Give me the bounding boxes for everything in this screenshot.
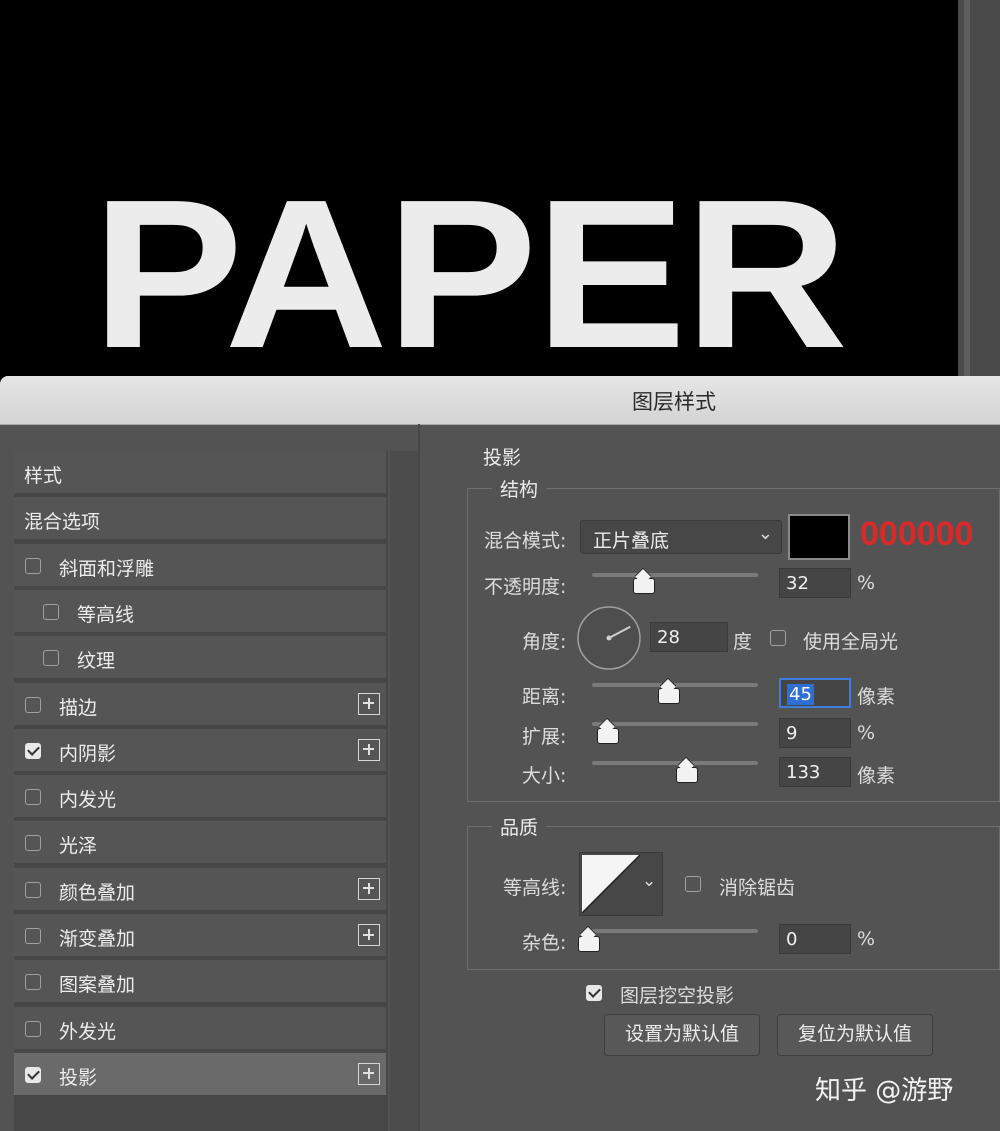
style-checkbox[interactable]	[25, 1066, 41, 1083]
opacity-label: 不透明度:	[484, 576, 567, 598]
size-input[interactable]: 133	[779, 757, 851, 787]
dialog-title: 图层样式	[632, 390, 716, 414]
size-unit: 像素	[857, 765, 896, 787]
antialias-label: 消除锯齿	[719, 877, 796, 899]
style-list-item[interactable]: 图案叠加	[14, 960, 386, 1005]
size-slider[interactable]	[592, 761, 758, 765]
add-effect-icon[interactable]	[358, 738, 380, 761]
style-list-item[interactable]: 混合选项	[14, 497, 386, 542]
add-effect-icon[interactable]	[358, 924, 380, 946]
style-checkbox[interactable]	[25, 835, 41, 852]
canvas-scrollbar-edge	[964, 0, 970, 378]
drop-shadow-heading: 投影	[483, 447, 522, 469]
style-list-item[interactable]: 斜面和浮雕	[14, 543, 386, 588]
style-checkbox[interactable]	[25, 789, 41, 806]
style-checkbox[interactable]	[25, 742, 41, 759]
noise-label: 杂色:	[522, 932, 567, 954]
style-checkbox[interactable]	[43, 603, 59, 620]
noise-slider[interactable]	[588, 929, 758, 933]
style-list-label: 渐变叠加	[59, 928, 136, 950]
distance-unit: 像素	[857, 686, 896, 708]
layer-style-dialog: 图层样式 样式混合选项斜面和浮雕等高线纹理描边内阴影内发光光泽颜色叠加渐变叠加图…	[0, 376, 1000, 1131]
noise-input[interactable]: 0	[779, 924, 851, 954]
opacity-slider[interactable]	[592, 573, 758, 577]
contour-chevron-icon: ⌄	[642, 871, 657, 891]
quality-legend: 品质	[492, 813, 547, 840]
style-list-label: 斜面和浮雕	[59, 557, 155, 580]
style-checkbox[interactable]	[43, 650, 59, 667]
style-checkbox[interactable]	[25, 928, 41, 944]
global-light-label: 使用全局光	[803, 631, 899, 653]
spread-unit: %	[857, 722, 876, 744]
shadow-color-swatch[interactable]	[788, 514, 850, 560]
watermark: 知乎 @游野	[815, 1076, 954, 1106]
contour-label: 等高线:	[503, 877, 567, 899]
document-canvas: PAPER	[0, 0, 1000, 392]
size-label: 大小:	[522, 765, 567, 787]
noise-unit: %	[857, 928, 876, 950]
style-list-label: 混合选项	[24, 511, 101, 534]
chevron-down-icon: ⌄	[757, 523, 773, 544]
opacity-input[interactable]: 32	[779, 568, 851, 598]
style-list-label: 内阴影	[59, 742, 117, 765]
style-list-item[interactable]: 等高线	[14, 589, 386, 634]
knockout-label: 图层挖空投影	[620, 985, 735, 1007]
style-list-item[interactable]: 纹理	[14, 636, 386, 681]
style-checkbox[interactable]	[25, 557, 41, 574]
global-light-checkbox[interactable]	[770, 630, 786, 646]
contour-preview-icon	[582, 855, 640, 913]
style-list-item[interactable]: 颜色叠加	[14, 867, 386, 912]
angle-label: 角度:	[522, 631, 567, 653]
knockout-checkbox[interactable]	[586, 985, 602, 1001]
style-list-item[interactable]: 外发光	[14, 1006, 386, 1051]
style-list-item[interactable]: 光泽	[14, 821, 386, 866]
add-effect-icon[interactable]	[358, 692, 380, 715]
style-list-label: 样式	[24, 465, 63, 487]
style-list-scrollbar[interactable]	[390, 451, 418, 1131]
style-checkbox[interactable]	[25, 696, 41, 713]
style-list-label: 内发光	[59, 789, 117, 812]
structure-legend: 结构	[492, 475, 547, 502]
opacity-unit: %	[857, 572, 876, 594]
style-list-item[interactable]: 内发光	[14, 775, 386, 820]
contour-picker[interactable]: ⌄	[579, 852, 663, 916]
style-list-item[interactable]: 内阴影	[14, 728, 386, 773]
angle-unit: 度	[733, 631, 753, 653]
distance-input[interactable]: 45	[779, 678, 851, 708]
style-list-label: 光泽	[59, 835, 98, 858]
style-list-label: 投影	[59, 1066, 98, 1089]
style-list-item[interactable]: 样式	[14, 451, 386, 495]
style-list-label: 外发光	[59, 1020, 117, 1043]
spread-input[interactable]: 9	[779, 718, 851, 748]
style-list-label: 颜色叠加	[59, 881, 136, 904]
angle-dial[interactable]	[576, 605, 642, 671]
style-list-item[interactable]: 描边	[14, 682, 386, 727]
add-effect-icon[interactable]	[358, 1062, 380, 1085]
paper-text-layer: PAPER	[92, 155, 848, 392]
blend-mode-label: 混合模式:	[484, 530, 567, 552]
style-checkbox[interactable]	[25, 974, 41, 991]
spread-slider[interactable]	[592, 722, 758, 726]
blend-mode-value: 正片叠底	[593, 530, 670, 552]
dialog-titlebar[interactable]: 图层样式	[0, 376, 1000, 425]
distance-value: 45	[787, 684, 814, 705]
style-list-item[interactable]: 渐变叠加	[14, 914, 386, 958]
spread-label: 扩展:	[522, 726, 567, 748]
color-hex-annotation: 000000	[860, 515, 974, 553]
angle-input[interactable]: 28	[650, 622, 728, 652]
style-list-label: 图案叠加	[59, 974, 136, 997]
blend-mode-select[interactable]: 正片叠底 ⌄	[580, 520, 782, 554]
style-list-label: 描边	[59, 696, 98, 719]
style-checkbox[interactable]	[25, 1020, 41, 1037]
antialias-checkbox[interactable]	[685, 876, 701, 892]
style-checkbox[interactable]	[25, 881, 41, 898]
make-default-button[interactable]: 设置为默认值	[604, 1014, 760, 1056]
style-list-item[interactable]: 投影	[14, 1052, 386, 1097]
style-list: 样式混合选项斜面和浮雕等高线纹理描边内阴影内发光光泽颜色叠加渐变叠加图案叠加外发…	[14, 451, 388, 1131]
style-list-label: 纹理	[77, 650, 116, 673]
add-effect-icon[interactable]	[358, 877, 380, 900]
reset-default-button[interactable]: 复位为默认值	[777, 1014, 933, 1056]
distance-label: 距离:	[522, 686, 567, 708]
style-list-label: 等高线	[77, 603, 135, 626]
